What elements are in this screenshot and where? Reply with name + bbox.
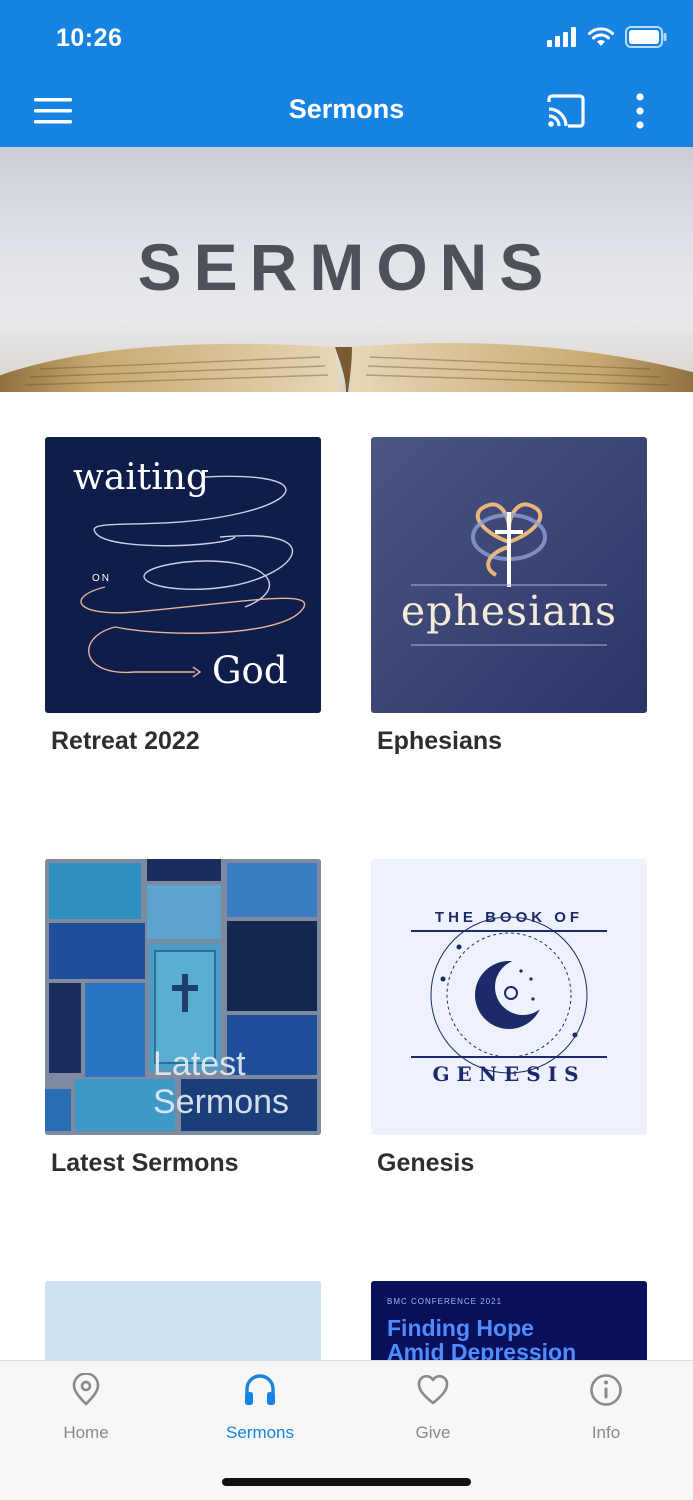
info-icon <box>590 1374 622 1406</box>
wifi-icon <box>588 27 614 46</box>
nav-label-sermons: Sermons <box>225 1423 295 1442</box>
location-pin-icon <box>72 1373 100 1406</box>
artwork-text-on: ON <box>92 573 111 584</box>
artwork-text-eyebrow: BMC CONFERENCE 2021 <box>387 1297 503 1306</box>
nav-label-info: Info <box>591 1423 621 1442</box>
artwork-text-latest: Latest <box>153 1045 246 1083</box>
nav-item-home[interactable]: Home <box>26 1373 146 1443</box>
artwork-text-genesis: GENESIS <box>432 1062 586 1086</box>
app-header: 10:26 Sermons <box>0 0 693 147</box>
moon-emblem-icon <box>411 916 607 1074</box>
series-card-ephesians[interactable]: ephesians Ephesians <box>371 437 647 756</box>
cast-icon <box>547 94 585 128</box>
more-options-button[interactable] <box>625 90 655 132</box>
series-artwork: Latest Sermons <box>45 859 321 1135</box>
hero-title: SERMONS <box>137 230 556 304</box>
hero-banner: SERMONS <box>0 147 693 392</box>
artwork-text-amid-depression: Amid Depression <box>387 1339 577 1360</box>
artwork-text-ephesians: ephesians <box>400 587 618 635</box>
artwork-text-sermons: Sermons <box>153 1083 290 1121</box>
heart-icon <box>417 1374 449 1405</box>
series-artwork: waiting ON God <box>45 437 321 713</box>
status-icons <box>547 26 667 48</box>
status-time: 10:26 <box>56 24 123 52</box>
battery-icon <box>625 26 667 48</box>
headphones-icon <box>245 1374 275 1405</box>
artwork-text-the-book-of: THE BOOK OF <box>434 909 584 926</box>
series-title: Genesis <box>377 1149 475 1177</box>
series-title: Latest Sermons <box>51 1149 239 1177</box>
more-vertical-icon <box>636 93 644 129</box>
nav-label-home: Home <box>63 1423 109 1442</box>
cross-emblem-icon <box>411 502 607 646</box>
series-card-latest-sermons[interactable]: Latest Sermons Latest Sermons <box>45 859 321 1178</box>
series-artwork: BMC CONFERENCE 2021 Finding Hope Amid De… <box>371 1281 647 1360</box>
series-card-retreat-2022[interactable]: waiting ON God Retreat 2022 <box>45 437 321 756</box>
artwork-text-grow: grow <box>95 1337 248 1360</box>
nav-label-give: Give <box>415 1423 451 1442</box>
nav-item-give[interactable]: Give <box>373 1373 493 1443</box>
page-title: Sermons <box>288 94 405 124</box>
nav-item-sermons[interactable]: Sermons <box>200 1373 320 1443</box>
series-title: Ephesians <box>377 727 503 755</box>
series-artwork: ephesians <box>371 437 647 713</box>
home-indicator <box>222 1478 471 1486</box>
series-artwork: grow <box>45 1281 321 1360</box>
series-card-grow[interactable]: grow <box>45 1281 321 1360</box>
series-card-finding-hope[interactable]: BMC CONFERENCE 2021 Finding Hope Amid De… <box>371 1281 647 1360</box>
cellular-signal-icon <box>547 27 576 47</box>
artwork-text-god: God <box>212 649 288 692</box>
series-artwork: THE BOOK OF GENESIS <box>371 859 647 1135</box>
nav-item-info[interactable]: Info <box>546 1373 666 1443</box>
cast-button[interactable] <box>544 92 588 130</box>
artwork-text-waiting: waiting <box>73 457 210 498</box>
artwork-text-finding-hope: Finding Hope <box>387 1315 534 1341</box>
series-title: Retreat 2022 <box>51 727 200 755</box>
series-card-genesis[interactable]: THE BOOK OF GENESIS Genesis <box>371 859 647 1178</box>
